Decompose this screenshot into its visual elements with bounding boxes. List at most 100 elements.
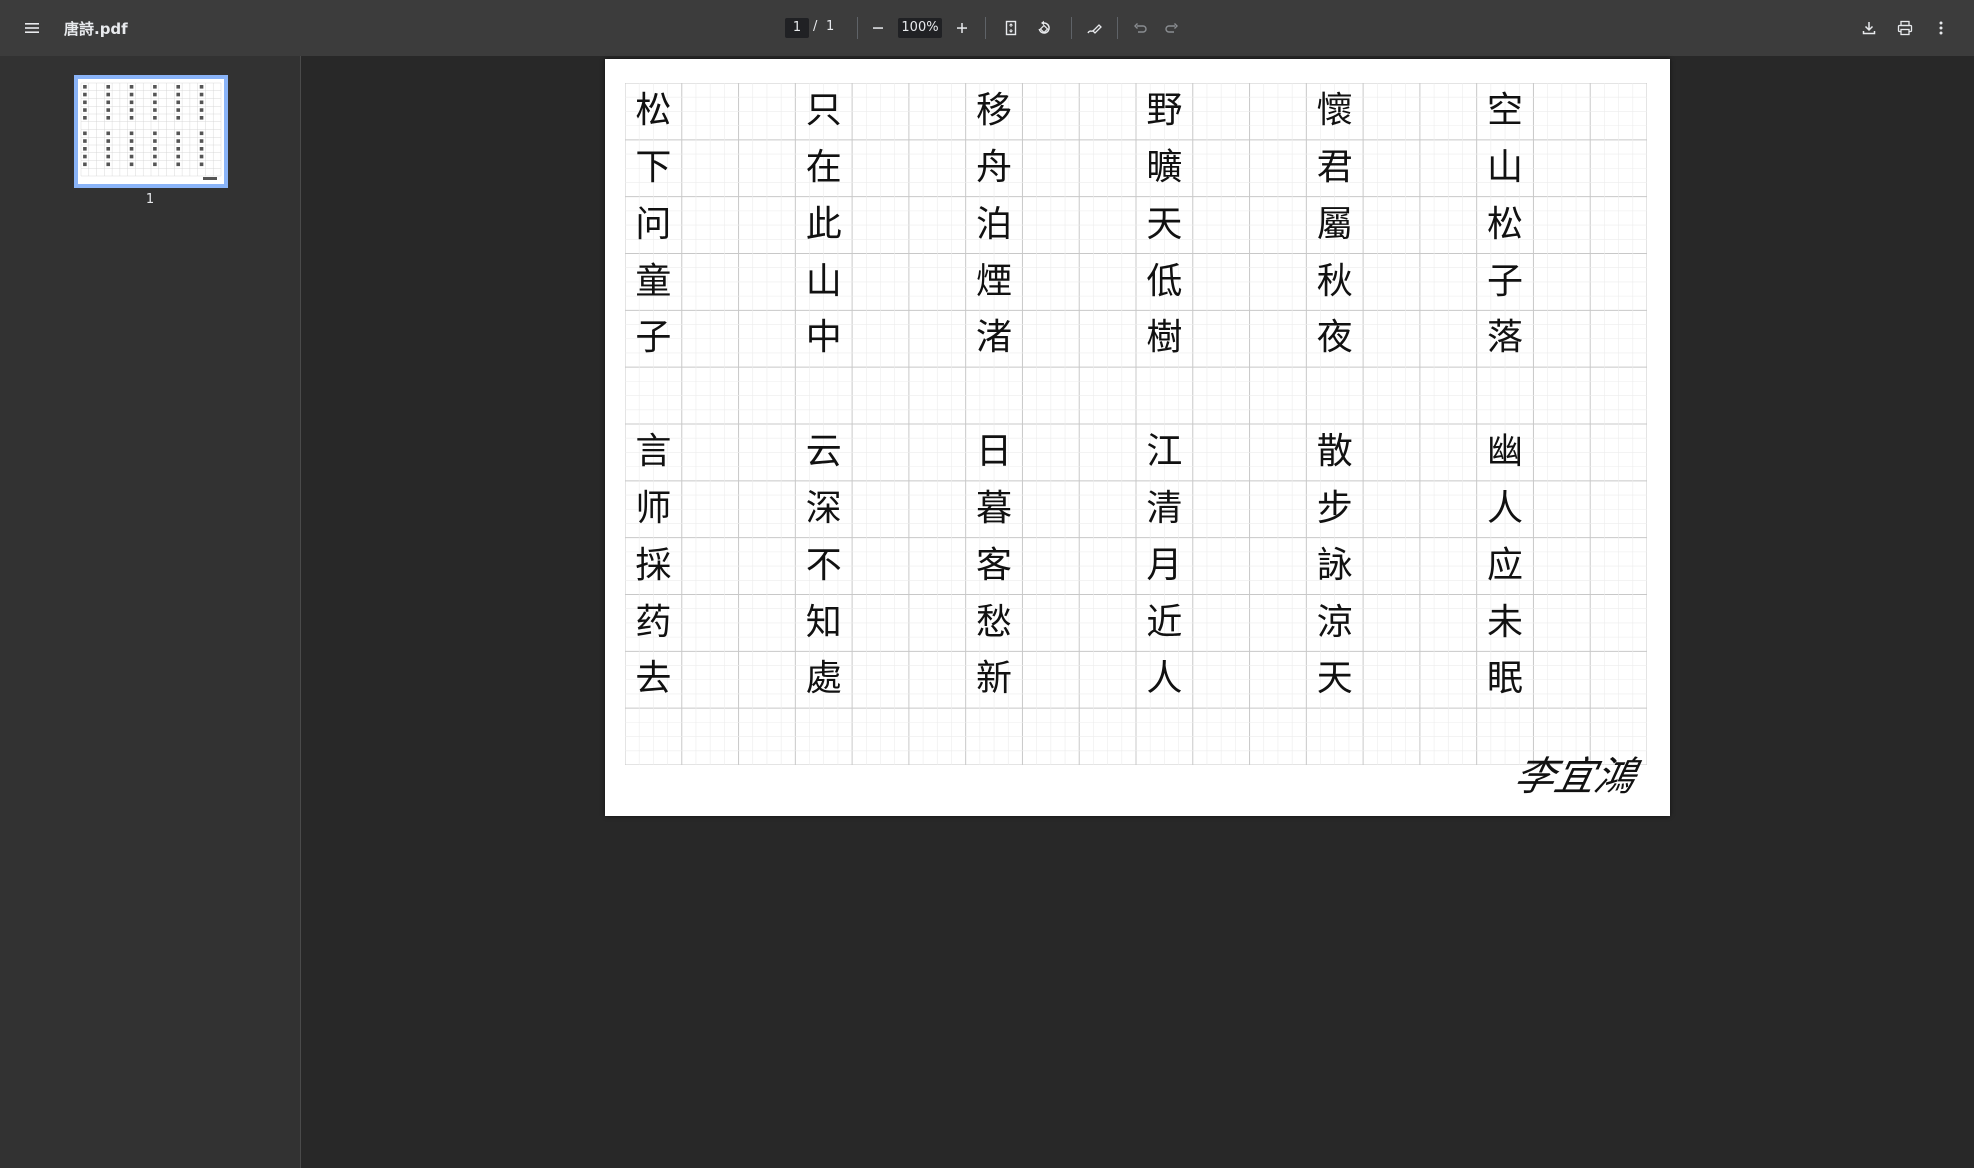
thumb-char-mark [83, 92, 87, 97]
thumb-char-mark [153, 154, 157, 159]
document-viewer[interactable]: 松下问童子言师採药去只在此山中云深不知處移舟泊煙渚日暮客愁新野曠天低樹江清月近人… [301, 56, 1974, 1168]
poem-character: 江 [1146, 431, 1183, 472]
poem-character: 山 [1487, 146, 1524, 188]
toolbar-divider [1071, 17, 1072, 39]
rotate-icon[interactable] [1030, 14, 1058, 42]
poem-character: 师 [635, 487, 672, 529]
poem-character: 落 [1487, 317, 1524, 359]
thumb-char-mark [199, 131, 204, 136]
thumb-char-mark [176, 92, 181, 97]
thumb-char-mark [106, 131, 111, 136]
poem-character: 未 [1487, 601, 1524, 643]
file-title: 唐詩.pdf [64, 20, 128, 38]
thumb-char-mark [106, 139, 111, 143]
signature: 李宜鴻 [1510, 754, 1641, 800]
thumb-char-mark [176, 116, 181, 120]
calligraphy-text: 松下问童子言师採药去只在此山中云深不知處移舟泊煙渚日暮客愁新野曠天低樹江清月近人… [625, 83, 1647, 765]
print-icon[interactable] [1891, 14, 1919, 42]
minus-icon[interactable] [864, 14, 892, 42]
poem-character: 此 [805, 203, 842, 245]
poem-character: 清 [1146, 487, 1183, 529]
zoom-input[interactable]: 100% [898, 18, 942, 38]
poem-character: 日 [976, 431, 1013, 472]
page-thumbnail[interactable] [74, 75, 228, 188]
thumb-char-mark [199, 147, 204, 151]
poem-character: 松 [1487, 203, 1524, 245]
poem-character: 幽 [1487, 431, 1524, 472]
page-total: 1 [826, 19, 835, 34]
page-number-input[interactable]: 1 [785, 18, 809, 38]
redo-icon[interactable] [1158, 14, 1186, 42]
thumb-char-mark [153, 162, 157, 167]
pen-annotate-icon[interactable] [1080, 14, 1108, 42]
thumb-char-mark [176, 100, 181, 105]
poem-character: 屬 [1316, 203, 1353, 245]
thumb-char-mark [129, 116, 134, 120]
thumb-char-mark [153, 85, 157, 89]
poem-character: 云 [805, 431, 842, 472]
thumb-char-mark [83, 85, 87, 89]
thumb-char-mark [106, 85, 111, 89]
poem-character: 採 [635, 544, 672, 586]
poem-character: 天 [1146, 203, 1183, 245]
poem-character: 舟 [976, 146, 1013, 188]
poem-character: 不 [805, 544, 842, 586]
thumb-char-mark [129, 85, 134, 89]
poem-character: 煙 [976, 260, 1013, 302]
pdf-page: 松下问童子言师採药去只在此山中云深不知處移舟泊煙渚日暮客愁新野曠天低樹江清月近人… [605, 59, 1670, 816]
thumb-char-mark [176, 154, 181, 159]
poem-character: 詠 [1316, 544, 1353, 586]
hamburger-menu-icon[interactable] [18, 14, 46, 42]
poem-character: 新 [976, 658, 1013, 700]
thumb-char-mark [83, 131, 87, 136]
thumb-char-mark [83, 162, 87, 167]
thumb-char-mark [199, 139, 204, 143]
more-vertical-icon[interactable] [1927, 14, 1955, 42]
thumbnail-sidebar: 1 [0, 56, 301, 1168]
download-icon[interactable] [1855, 14, 1883, 42]
thumb-char-mark [83, 108, 87, 112]
poem-character: 子 [635, 317, 672, 359]
thumb-char-mark [106, 162, 111, 167]
thumb-char-mark [199, 92, 204, 97]
thumb-char-mark [106, 100, 111, 105]
poem-character: 下 [635, 146, 672, 188]
thumb-char-mark [106, 92, 111, 97]
thumb-char-mark [129, 162, 134, 167]
thumb-char-mark [176, 147, 181, 151]
poem-character: 近 [1146, 601, 1183, 643]
poem-character: 處 [805, 658, 842, 700]
poem-character: 松 [635, 90, 672, 131]
toolbar-divider [1117, 17, 1118, 39]
thumb-char-mark [153, 147, 157, 151]
thumb-char-mark [129, 154, 134, 159]
poem-character: 山 [805, 260, 842, 302]
thumb-char-mark [129, 139, 134, 143]
thumb-char-mark [129, 100, 134, 105]
fit-page-icon[interactable] [997, 14, 1025, 42]
undo-icon[interactable] [1126, 14, 1154, 42]
plus-icon[interactable] [948, 14, 976, 42]
poem-character: 去 [635, 658, 672, 700]
poem-character: 空 [1487, 90, 1524, 131]
poem-character: 问 [635, 203, 672, 245]
poem-character: 低 [1146, 260, 1183, 302]
poem-character: 言 [635, 431, 672, 472]
thumb-char-mark [199, 154, 204, 159]
poem-character: 药 [635, 601, 672, 643]
thumb-char-mark [199, 100, 204, 105]
thumb-char-mark [83, 154, 87, 159]
thumb-char-mark [176, 108, 181, 112]
thumb-char-mark [106, 147, 111, 151]
poem-character: 步 [1316, 487, 1353, 529]
poem-character: 暮 [976, 487, 1013, 529]
poem-character: 在 [805, 146, 842, 188]
thumbnail-page-label: 1 [145, 192, 155, 207]
poem-character: 童 [635, 260, 672, 302]
thumb-char-mark [153, 92, 157, 97]
thumb-char-mark [199, 162, 204, 167]
poem-character: 愁 [976, 601, 1013, 643]
thumb-char-mark [129, 147, 134, 151]
thumb-char-mark [199, 116, 204, 120]
poem-character: 深 [805, 487, 842, 529]
